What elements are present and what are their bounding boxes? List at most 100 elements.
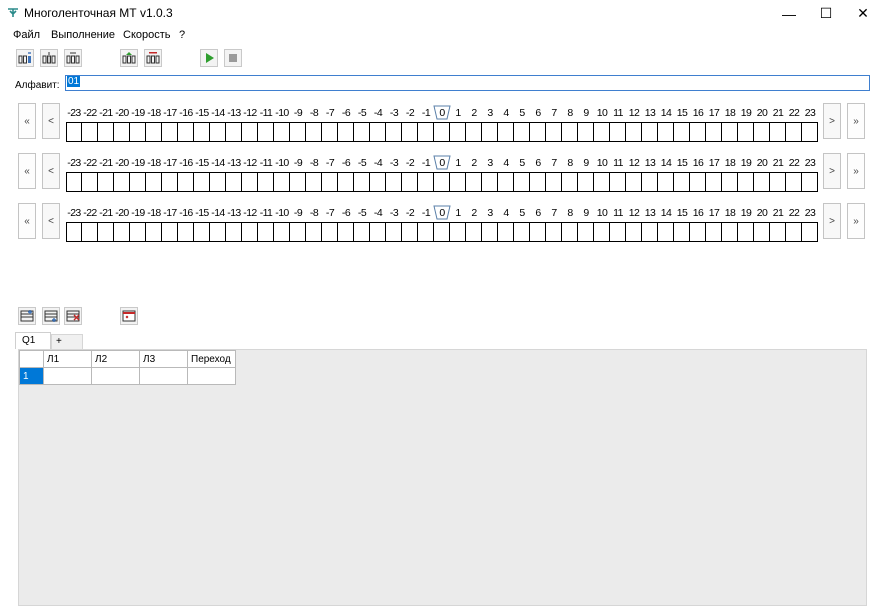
tape-cell[interactable] xyxy=(738,173,754,191)
column-header[interactable]: Л1 xyxy=(43,350,92,368)
column-header[interactable]: Л3 xyxy=(139,350,188,368)
tape-left-button[interactable]: < xyxy=(42,203,60,239)
tape-cell[interactable] xyxy=(482,173,498,191)
tape-cell[interactable] xyxy=(738,223,754,241)
tape-cell[interactable] xyxy=(450,223,466,241)
tape-cell[interactable] xyxy=(482,123,498,141)
table-cell[interactable] xyxy=(139,367,188,385)
tape-right-button[interactable]: > xyxy=(823,103,841,139)
tape-cell[interactable] xyxy=(658,123,674,141)
menu-file[interactable]: Файл xyxy=(13,29,40,41)
minimize-button[interactable]: — xyxy=(769,0,809,27)
tape-cell[interactable] xyxy=(578,123,594,141)
tape-left-button[interactable]: < xyxy=(42,103,60,139)
tape-cell[interactable] xyxy=(626,123,642,141)
tape-cell[interactable] xyxy=(130,173,146,191)
tape-cell[interactable] xyxy=(242,173,258,191)
tape-cell[interactable] xyxy=(466,173,482,191)
tape-cell[interactable] xyxy=(802,123,818,141)
tape-cell[interactable] xyxy=(706,123,722,141)
tape-cell[interactable] xyxy=(290,223,306,241)
column-header[interactable]: Л2 xyxy=(91,350,140,368)
tape-cell[interactable] xyxy=(466,123,482,141)
tape-cell[interactable] xyxy=(226,223,242,241)
tape-cell[interactable] xyxy=(418,123,434,141)
tape-cell[interactable] xyxy=(274,123,290,141)
tape-cell[interactable] xyxy=(514,123,530,141)
tape-cell[interactable] xyxy=(690,223,706,241)
tape-cell[interactable] xyxy=(562,223,578,241)
tape-cell[interactable] xyxy=(66,123,82,141)
transition-grid[interactable]: Л1 Л2 Л3 Переход 1 xyxy=(18,349,867,606)
tape-cell[interactable] xyxy=(498,123,514,141)
tape-cell[interactable] xyxy=(498,173,514,191)
tape-cell[interactable] xyxy=(434,123,450,141)
tape-cell[interactable] xyxy=(194,173,210,191)
tape-cell[interactable] xyxy=(530,173,546,191)
tape-left-button[interactable]: < xyxy=(42,153,60,189)
tape-cell[interactable] xyxy=(706,223,722,241)
table-cell[interactable] xyxy=(43,367,92,385)
tape-cell[interactable] xyxy=(514,173,530,191)
tape-cell[interactable] xyxy=(450,123,466,141)
tape-cell[interactable] xyxy=(530,223,546,241)
tape-cell[interactable] xyxy=(322,173,338,191)
tape-cell[interactable] xyxy=(738,123,754,141)
tape-cell[interactable] xyxy=(258,123,274,141)
tape-cell[interactable] xyxy=(130,123,146,141)
tape-cell[interactable] xyxy=(562,123,578,141)
tape-cell[interactable] xyxy=(690,123,706,141)
tape-first-button[interactable]: « xyxy=(18,203,36,239)
tape-cell[interactable] xyxy=(322,123,338,141)
tape-cell[interactable] xyxy=(82,123,98,141)
tape-cell[interactable] xyxy=(162,223,178,241)
tape-cell[interactable] xyxy=(690,173,706,191)
tape-cell[interactable] xyxy=(770,123,786,141)
tape-cell[interactable] xyxy=(226,123,242,141)
tape-cell[interactable] xyxy=(610,123,626,141)
tape-cell[interactable] xyxy=(66,223,82,241)
insert-tape-button[interactable] xyxy=(40,49,58,67)
tape-cell[interactable] xyxy=(146,223,162,241)
tape-cell[interactable] xyxy=(194,223,210,241)
tape-cell[interactable] xyxy=(242,123,258,141)
tape-cell[interactable] xyxy=(802,223,818,241)
tape-cell[interactable] xyxy=(546,173,562,191)
tape-cell[interactable] xyxy=(290,123,306,141)
tape-cell[interactable] xyxy=(642,123,658,141)
tape-cell[interactable] xyxy=(210,223,226,241)
tape-cell[interactable] xyxy=(610,223,626,241)
tape-cell[interactable] xyxy=(386,173,402,191)
tape-cell[interactable] xyxy=(354,173,370,191)
tape-cell[interactable] xyxy=(546,223,562,241)
tape-cell[interactable] xyxy=(306,123,322,141)
tape-cell[interactable] xyxy=(418,223,434,241)
tape-cell[interactable] xyxy=(194,123,210,141)
state-window-button[interactable] xyxy=(120,307,138,325)
tape-cell[interactable] xyxy=(210,123,226,141)
tape-cell[interactable] xyxy=(530,123,546,141)
tape-cell[interactable] xyxy=(786,223,802,241)
tape-cell[interactable] xyxy=(770,173,786,191)
tape-cell[interactable] xyxy=(402,223,418,241)
alphabet-input[interactable]: 01 xyxy=(65,75,870,91)
tape-cell[interactable] xyxy=(658,173,674,191)
tape-cell[interactable] xyxy=(642,223,658,241)
tape-right-button[interactable]: > xyxy=(823,153,841,189)
tape-cell[interactable] xyxy=(162,173,178,191)
tape-cell[interactable] xyxy=(594,223,610,241)
tape-cell[interactable] xyxy=(354,123,370,141)
tape-cell[interactable] xyxy=(594,173,610,191)
tape-cell[interactable] xyxy=(546,123,562,141)
table-cell[interactable] xyxy=(91,367,140,385)
tape-cell[interactable] xyxy=(722,223,738,241)
tape-cell[interactable] xyxy=(370,123,386,141)
tape-cell[interactable] xyxy=(162,123,178,141)
tape-cell[interactable] xyxy=(338,223,354,241)
tape-first-button[interactable]: « xyxy=(18,103,36,139)
tape-cell[interactable] xyxy=(402,173,418,191)
tape-cell[interactable] xyxy=(306,223,322,241)
tape-cell[interactable] xyxy=(786,173,802,191)
tape-cell[interactable] xyxy=(674,223,690,241)
tape-cell[interactable] xyxy=(242,223,258,241)
